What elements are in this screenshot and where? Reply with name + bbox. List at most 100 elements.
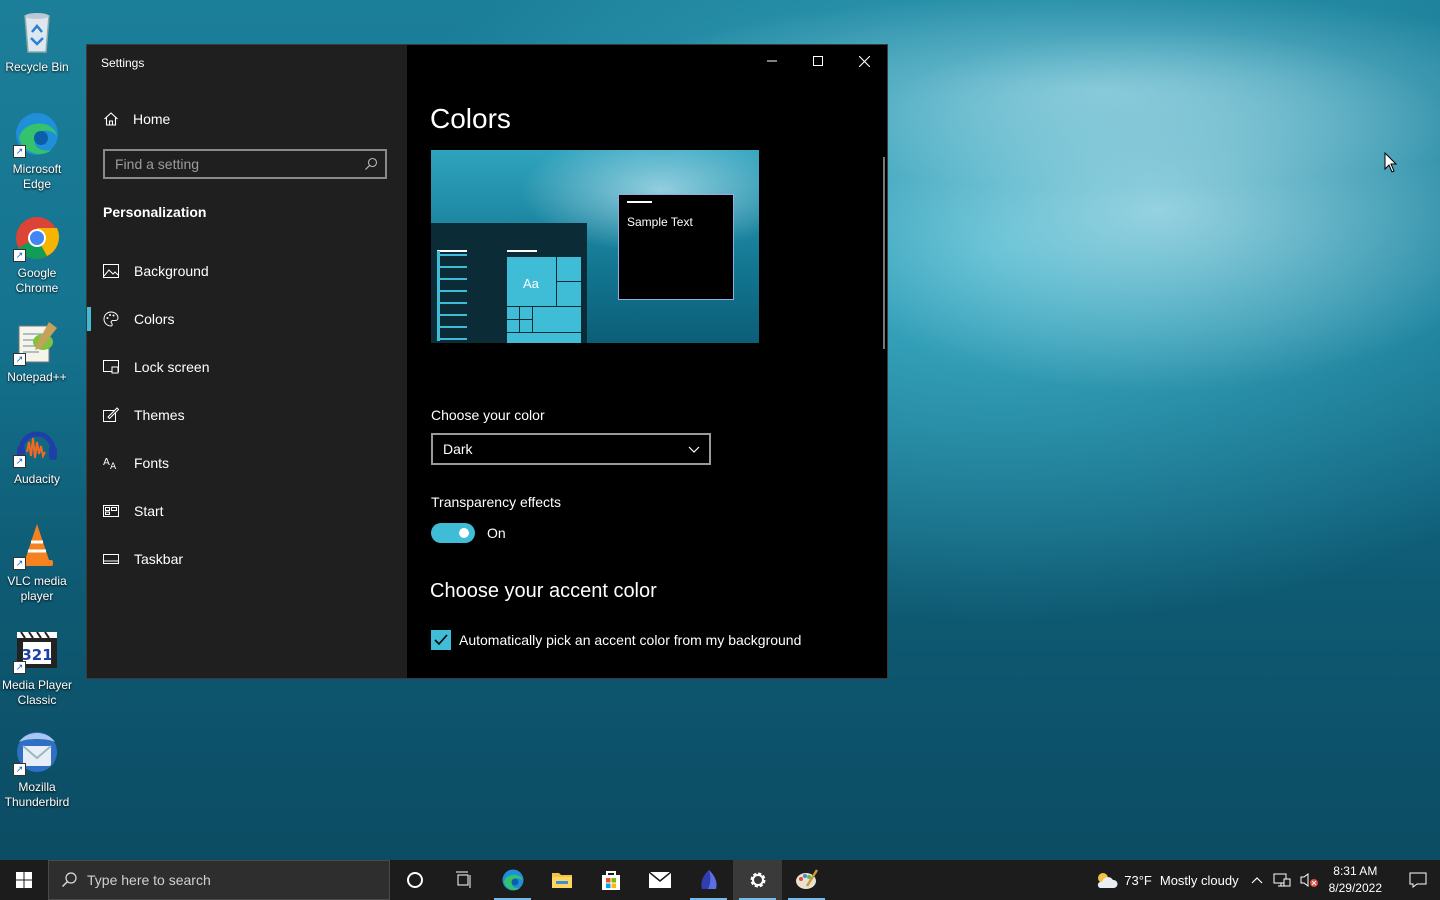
section-title: Personalization [103, 204, 207, 220]
mail-icon [648, 871, 671, 888]
dropdown-value: Dark [443, 441, 473, 457]
notepadpp-icon: ↗ [13, 318, 61, 366]
desktop-icon-label: Notepad++ [7, 370, 67, 384]
taskbar-app[interactable] [684, 860, 733, 900]
minimize-button[interactable] [749, 45, 795, 77]
desktop-icon-edge[interactable]: ↗ Microsoft Edge [0, 110, 74, 192]
taskbar-edge[interactable] [488, 860, 537, 900]
accent-section-title: Choose your accent color [430, 580, 657, 602]
window-title: Settings [101, 56, 145, 70]
checkmark-icon [434, 634, 448, 646]
preview-window: Sample Text [618, 194, 734, 300]
chevron-down-icon [688, 446, 700, 453]
taskbar-search-box[interactable]: Type here to search [48, 860, 390, 900]
nav-item-background[interactable]: Background [87, 247, 407, 295]
preview-window-titlebar [627, 201, 652, 203]
nav-item-label: Themes [134, 407, 185, 423]
nav-item-colors[interactable]: Colors [87, 295, 407, 343]
chevron-up-icon[interactable] [1251, 876, 1263, 884]
desktop-icon-label: Microsoft Edge [12, 162, 62, 191]
weather-temp: 73°F [1124, 872, 1152, 888]
close-icon [858, 55, 870, 67]
toggle-knob [459, 528, 469, 538]
clock[interactable]: 8:31 AM 8/29/2022 [1329, 863, 1382, 897]
desktop-icon-recycle-bin[interactable]: Recycle Bin [0, 8, 74, 75]
auto-accent-checkbox[interactable] [431, 630, 451, 650]
picture-icon [103, 263, 119, 279]
chrome-icon: ↗ [13, 214, 61, 262]
nav-item-fonts[interactable]: AA Fonts [87, 439, 407, 487]
task-view-button[interactable] [439, 860, 488, 900]
nav-item-label: Start [134, 503, 164, 519]
desktop-icon-label: VLC media player [7, 574, 67, 603]
close-button[interactable] [841, 45, 887, 77]
taskbar-mail[interactable] [635, 860, 684, 900]
cloud-sun-icon [1098, 873, 1118, 888]
weather-widget[interactable]: 73°F Mostly cloudy [1094, 871, 1239, 889]
sidebar: Settings Home Find a setting Personaliza… [87, 45, 407, 678]
caption-buttons [749, 45, 887, 77]
content-pane: Colors Aa Sample Text Choose your color … [407, 45, 887, 678]
preview-start-menu: Aa [431, 223, 587, 343]
page-title: Colors [430, 103, 511, 134]
action-center-button[interactable] [1396, 860, 1440, 900]
taskbar: Type here to search 73°F Mostly cloudy 8… [0, 860, 1440, 900]
desktop-icon-audacity[interactable]: ↗ Audacity [0, 420, 74, 487]
desktop-icon-label: Google Chrome [15, 266, 59, 295]
start-icon [103, 503, 119, 519]
choose-color-dropdown[interactable]: Dark [431, 433, 711, 465]
search-placeholder: Find a setting [115, 156, 200, 172]
taskbar-file-explorer[interactable] [537, 860, 586, 900]
gear-icon [750, 872, 765, 888]
start-button[interactable] [0, 860, 48, 900]
desktop-icon-thunderbird[interactable]: ↗ Mozilla Thunderbird [0, 728, 74, 810]
volume-muted-icon[interactable] [1299, 872, 1319, 888]
scrollbar[interactable] [883, 157, 885, 349]
taskbar-paint[interactable] [782, 860, 831, 900]
system-tray: 73°F Mostly cloudy 8:31 AM 8/29/2022 [1094, 860, 1440, 900]
desktop-icon-label: Media Player Classic [1, 678, 73, 707]
desktop-icon-notepadpp[interactable]: ↗ Notepad++ [0, 318, 74, 385]
fonts-icon: AA [103, 455, 119, 471]
task-view-icon [455, 871, 470, 888]
recycle-bin-icon [13, 8, 61, 56]
store-icon [601, 871, 620, 890]
windows-logo-icon [16, 872, 32, 888]
folder-icon [551, 873, 572, 888]
nav-home[interactable]: Home [103, 111, 170, 127]
taskbar-settings[interactable] [733, 860, 782, 900]
network-icon[interactable] [1273, 872, 1291, 888]
app-icon [700, 870, 717, 889]
thunderbird-icon: ↗ [13, 728, 61, 776]
nav-item-themes[interactable]: Themes [87, 391, 407, 439]
nav-item-taskbar[interactable]: Taskbar [87, 535, 407, 583]
preview-sample-text: Sample Text [627, 215, 693, 229]
nav-item-lock-screen[interactable]: Lock screen [87, 343, 407, 391]
edge-icon [502, 869, 523, 891]
desktop-icon-label: Audacity [13, 472, 61, 486]
mpc-icon: 321 ↗ [13, 626, 61, 674]
desktop-icon-mpc[interactable]: 321 ↗ Media Player Classic [0, 626, 74, 708]
nav-item-label: Background [134, 263, 209, 279]
find-setting-input[interactable]: Find a setting [103, 149, 387, 179]
search-icon [62, 872, 77, 887]
maximize-button[interactable] [795, 45, 841, 77]
nav-home-label: Home [133, 111, 171, 127]
nav-item-label: Lock screen [134, 359, 210, 375]
cortana-button[interactable] [390, 860, 439, 900]
desktop-icon-chrome[interactable]: ↗ Google Chrome [0, 214, 74, 296]
taskbar-store[interactable] [586, 860, 635, 900]
auto-accent-option[interactable]: Automatically pick an accent color from … [431, 630, 801, 650]
nav-item-label: Fonts [134, 455, 170, 471]
desktop-icon-vlc[interactable]: ↗ VLC media player [0, 522, 74, 604]
auto-accent-label: Automatically pick an accent color from … [459, 632, 802, 648]
transparency-state: On [487, 525, 506, 541]
themes-icon [103, 407, 119, 423]
settings-window: Settings Home Find a setting Personaliza… [87, 45, 887, 678]
color-preview: Aa Sample Text [431, 150, 759, 343]
preview-tile-text: Aa [523, 276, 539, 291]
transparency-toggle[interactable] [431, 523, 475, 543]
notification-icon [1409, 872, 1427, 888]
nav-item-start[interactable]: Start [87, 487, 407, 535]
search-icon [365, 157, 378, 170]
